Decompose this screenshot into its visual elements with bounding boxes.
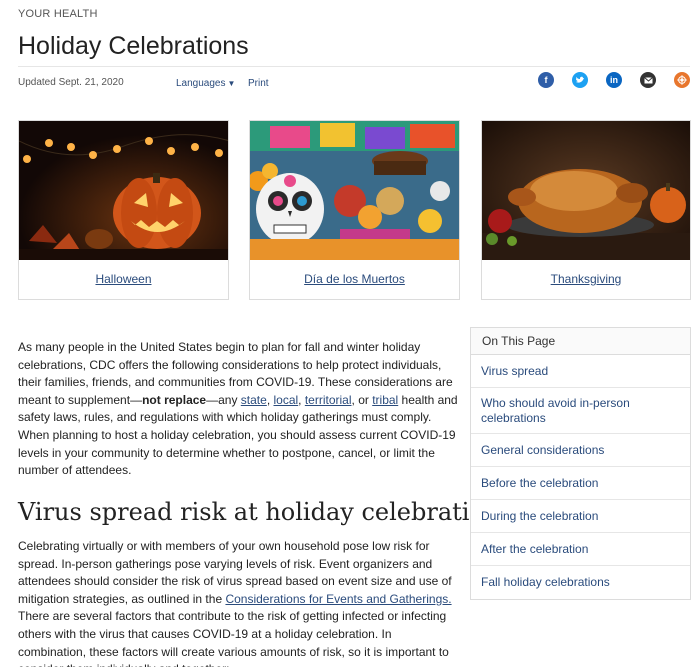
otp-item-fall-holiday[interactable]: Fall holiday celebrations [471, 566, 690, 599]
otp-item-general-considerations[interactable]: General considerations [471, 434, 690, 467]
languages-dropdown[interactable]: Languages ▼ [176, 78, 235, 89]
on-this-page-box: On This Page Virus spread Who should avo… [470, 327, 691, 600]
dia-de-los-muertos-link[interactable]: Día de los Muertos [304, 272, 405, 286]
state-link[interactable]: state [241, 393, 267, 407]
halloween-link[interactable]: Halloween [95, 272, 151, 286]
otp-item-who-should-avoid[interactable]: Who should avoid in-person celebrations [471, 388, 690, 434]
section-eyebrow: YOUR HEALTH [18, 8, 98, 20]
considerations-link[interactable]: Considerations for Events and Gatherings… [225, 592, 451, 606]
syndicate-icon[interactable] [674, 72, 690, 88]
intro-text-2: —any [206, 392, 241, 407]
on-this-page-list: Virus spread Who should avoid in-person … [471, 355, 690, 599]
thanksgiving-image [482, 121, 690, 260]
page-title: Holiday Celebrations [18, 32, 249, 60]
card-dia-de-los-muertos[interactable]: Día de los Muertos [249, 120, 460, 300]
thanksgiving-link[interactable]: Thanksgiving [551, 272, 622, 286]
languages-label: Languages [176, 78, 226, 89]
email-icon[interactable] [640, 72, 656, 88]
on-this-page-title: On This Page [471, 328, 690, 355]
otp-item-before[interactable]: Before the celebration [471, 467, 690, 500]
updated-date: Updated Sept. 21, 2020 [18, 77, 124, 88]
caret-down-icon: ▼ [227, 79, 236, 88]
card-halloween[interactable]: Halloween [18, 120, 229, 300]
intro-sep-2: , [298, 392, 305, 407]
linkedin-icon[interactable]: in [606, 72, 622, 88]
otp-item-after[interactable]: After the celebration [471, 533, 690, 566]
meta-row: Updated Sept. 21, 2020 Languages ▼ Print … [18, 72, 690, 92]
halloween-image [19, 121, 228, 260]
print-link[interactable]: Print [248, 78, 269, 89]
facebook-icon[interactable]: f [538, 72, 554, 88]
otp-item-during[interactable]: During the celebration [471, 500, 690, 533]
intro-paragraph: As many people in the United States begi… [18, 339, 458, 480]
dia-de-los-muertos-image [250, 121, 459, 260]
tribal-link[interactable]: tribal [372, 393, 398, 407]
section-text-2: There are several factors that contribut… [18, 609, 449, 667]
territorial-link[interactable]: territorial [305, 393, 352, 407]
title-divider [18, 66, 690, 67]
intro-bold: not replace [142, 392, 207, 407]
intro-sep-3: , or [351, 392, 373, 407]
otp-item-virus-spread[interactable]: Virus spread [471, 355, 690, 388]
card-thanksgiving[interactable]: Thanksgiving [481, 120, 691, 300]
section-paragraph: Celebrating virtually or with members of… [18, 538, 458, 667]
holiday-cards: Halloween Día de los Muertos Thanksgivin… [18, 120, 691, 300]
share-bar: f in [538, 72, 690, 88]
twitter-icon[interactable] [572, 72, 588, 88]
section-heading: Virus spread risk at holiday celebration… [18, 498, 512, 526]
local-link[interactable]: local [273, 393, 298, 407]
